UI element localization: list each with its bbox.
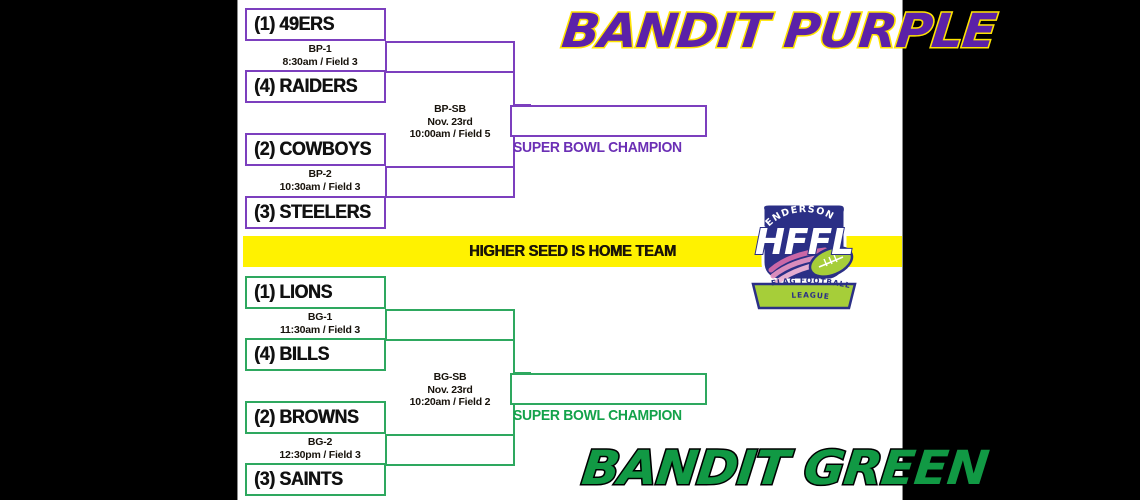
team-box-purple-2[interactable]: (4) RAIDERS [245,70,386,103]
game-time-field: 11:30am / Field 3 [279,323,361,336]
game-code: BG-2 [307,436,333,448]
champion-slot-green[interactable] [510,373,707,405]
winner-slot-green-semi-1[interactable] [385,309,515,341]
winner-slot-green-semi-2[interactable] [385,434,515,466]
bracket-poster: (1) 49ERS (4) RAIDERS (2) COWBOYS (3) ST… [0,0,1140,500]
team-box-purple-3[interactable]: (2) COWBOYS [245,133,386,166]
team-box-green-3[interactable]: (2) BROWNS [245,401,386,434]
game-code: BP-2 [308,168,332,180]
game-code: BG-1 [307,311,333,323]
team-label: (4) BILLS [254,343,330,365]
game-time-field: 10:20am / Field 2 [409,396,491,408]
logo-monogram: HFFL [755,222,853,263]
game-date: Nov. 23rd [427,115,473,128]
team-label: (3) SAINTS [254,468,343,490]
team-label: (3) STEELERS [254,201,371,223]
team-box-purple-4[interactable]: (3) STEELERS [245,196,386,229]
game-info-bp-2: BP-2 10:30am / Field 3 [255,168,385,193]
wordmark-bandit-green: BANDIT GREEN [578,439,993,497]
game-info-bg-sb: BG-SB Nov. 23rd 10:20am / Field 2 [387,371,513,409]
home-team-banner-text: HIGHER SEED IS HOME TEAM [469,242,676,260]
game-time-field: 12:30pm / Field 3 [279,448,361,461]
team-label: (4) RAIDERS [254,75,358,97]
team-label: (2) BROWNS [254,406,359,428]
team-label: (2) COWBOYS [254,138,371,160]
team-box-green-2[interactable]: (4) BILLS [245,338,386,371]
champion-slot-purple[interactable] [510,105,707,137]
game-info-bg-1: BG-1 11:30am / Field 3 [255,311,385,336]
game-code: BP-SB [434,103,466,115]
game-time-field: 8:30am / Field 3 [282,55,358,68]
team-box-green-1[interactable]: (1) LIONS [245,276,386,309]
wordmark-bandit-purple: BANDIT PURPLE [558,2,1000,60]
game-info-bg-2: BG-2 12:30pm / Field 3 [255,436,385,461]
game-code: BG-SB [433,371,467,383]
game-info-bp-sb: BP-SB Nov. 23rd 10:00am / Field 5 [387,103,513,141]
game-code: BP-1 [308,43,332,55]
game-time-field: 10:30am / Field 3 [279,180,361,193]
team-label: (1) 49ERS [254,13,335,35]
game-info-bp-1: BP-1 8:30am / Field 3 [255,43,385,68]
game-date: Nov. 23rd [427,383,473,396]
champion-label-purple: SUPER BOWL CHAMPION [513,139,682,156]
team-label: (1) LIONS [254,281,332,303]
champion-label-green: SUPER BOWL CHAMPION [513,407,682,424]
winner-slot-purple-semi-1[interactable] [385,41,515,73]
winner-slot-purple-semi-2[interactable] [385,166,515,198]
team-box-green-4[interactable]: (3) SAINTS [245,463,386,496]
team-box-purple-1[interactable]: (1) 49ERS [245,8,386,41]
game-time-field: 10:00am / Field 5 [409,128,491,140]
hffl-logo: HENDERSON HFFL FLAG FOOTBALL LEAGUE [745,196,863,314]
